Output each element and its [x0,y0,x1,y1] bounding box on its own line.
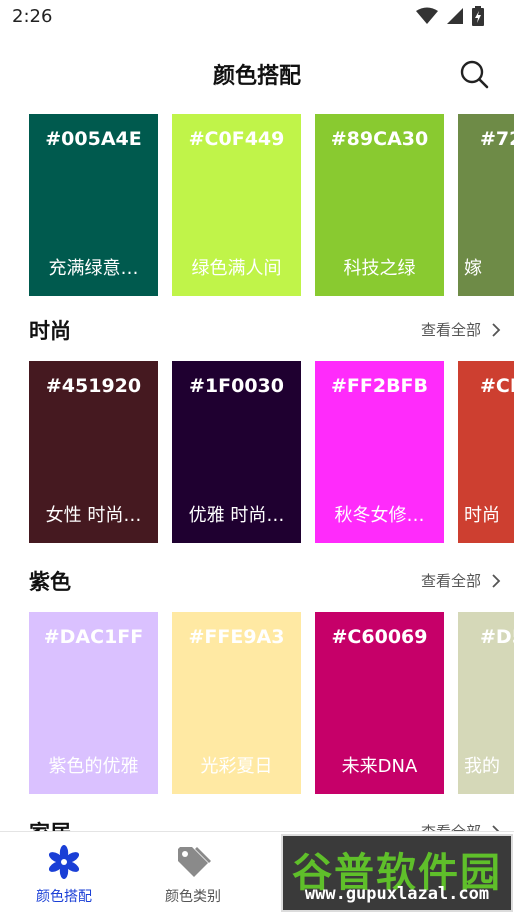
color-row-fashion[interactable]: #451920 女性 时尚… #1F0030 优雅 时尚… #FF2BFB 秋冬… [29,361,514,543]
card-hex: #72 [480,128,514,150]
card-name: 绿色满人间 [191,258,282,279]
search-icon [460,60,489,89]
signal-icon [447,8,463,24]
search-button[interactable] [458,58,490,90]
section-title: 紫色 [29,570,71,594]
card-hex: #C0F449 [188,128,285,150]
asterisk-icon [48,845,80,879]
color-row-1[interactable]: #005A4E 充满绿意… #C0F449 绿色满人间 #89CA30 科技之绿… [29,114,514,296]
chevron-right-icon [492,573,501,588]
nav-label: 颜色搭配 [36,889,92,905]
color-card[interactable]: #005A4E 充满绿意… [29,114,158,296]
tag-icon [178,847,211,877]
card-hex: #89CA30 [330,128,429,150]
section-header-purple: 紫色 查看全部 [29,566,501,596]
color-card[interactable]: #451920 女性 时尚… [29,361,158,543]
status-time: 2:26 [12,6,53,27]
color-card[interactable]: #89CA30 科技之绿 [315,114,444,296]
card-name: 优雅 时尚… [188,505,285,526]
color-card[interactable]: #C0F449 绿色满人间 [172,114,301,296]
card-name: 我的 [464,756,500,777]
card-hex: #CD [480,375,514,397]
card-hex: #D5 [480,626,514,648]
view-all-label: 查看全部 [420,572,481,590]
color-card[interactable]: #D5 我的 [458,612,514,794]
watermark-url: www.gupuxlazal.com [304,884,490,904]
card-hex: #FF2BFB [330,375,429,397]
card-hex: #1F0030 [189,375,284,397]
nav-label: 颜色类别 [165,889,221,905]
wifi-icon [416,7,438,24]
view-all-link[interactable]: 查看全部 [421,570,501,591]
card-name: 充满绿意… [48,258,139,279]
card-name: 紫色的优雅 [48,756,139,777]
color-card[interactable]: #DAC1FF 紫色的优雅 [29,612,158,794]
color-row-purple[interactable]: #DAC1FF 紫色的优雅 #FFE9A3 光彩夏日 #C60069 未来DNA… [29,612,514,794]
color-card[interactable]: #FFE9A3 光彩夏日 [172,612,301,794]
card-hex: #FFE9A3 [188,626,285,648]
status-icons [416,6,484,26]
nav-item-color-category[interactable]: 颜色类别 [138,844,248,906]
view-all-label: 查看全部 [420,321,481,339]
section-title: 时尚 [29,319,71,343]
card-name: 时尚 [464,505,500,526]
color-card[interactable]: #FF2BFB 秋冬女修… [315,361,444,543]
page-title: 颜色搭配 [212,64,301,89]
card-name: 女性 时尚… [45,505,142,526]
color-card[interactable]: #1F0030 优雅 时尚… [172,361,301,543]
color-card[interactable]: #C60069 未来DNA [315,612,444,794]
card-hex: #C60069 [331,626,428,648]
color-card[interactable]: #72 嫁 [458,114,514,296]
card-name: 科技之绿 [343,258,416,279]
section-header-fashion: 时尚 查看全部 [29,315,501,345]
color-card[interactable]: #CD 时尚 [458,361,514,543]
card-hex: #451920 [45,375,142,397]
card-hex: #005A4E [45,128,142,150]
battery-icon [472,6,484,26]
nav-item-color-match[interactable]: 颜色搭配 [9,844,119,906]
card-hex: #DAC1FF [43,626,144,648]
app-bar: 颜色搭配 [0,50,514,100]
card-name: 嫁 [464,258,482,279]
card-name: 未来DNA [341,756,418,777]
card-name: 光彩夏日 [200,756,273,777]
status-bar: 2:26 [0,0,514,34]
view-all-link[interactable]: 查看全部 [421,319,501,340]
watermark-logo: 谷普软件园 www.gupuxlazal.com [281,834,513,912]
card-name: 秋冬女修… [334,505,425,526]
chevron-right-icon [492,322,501,337]
